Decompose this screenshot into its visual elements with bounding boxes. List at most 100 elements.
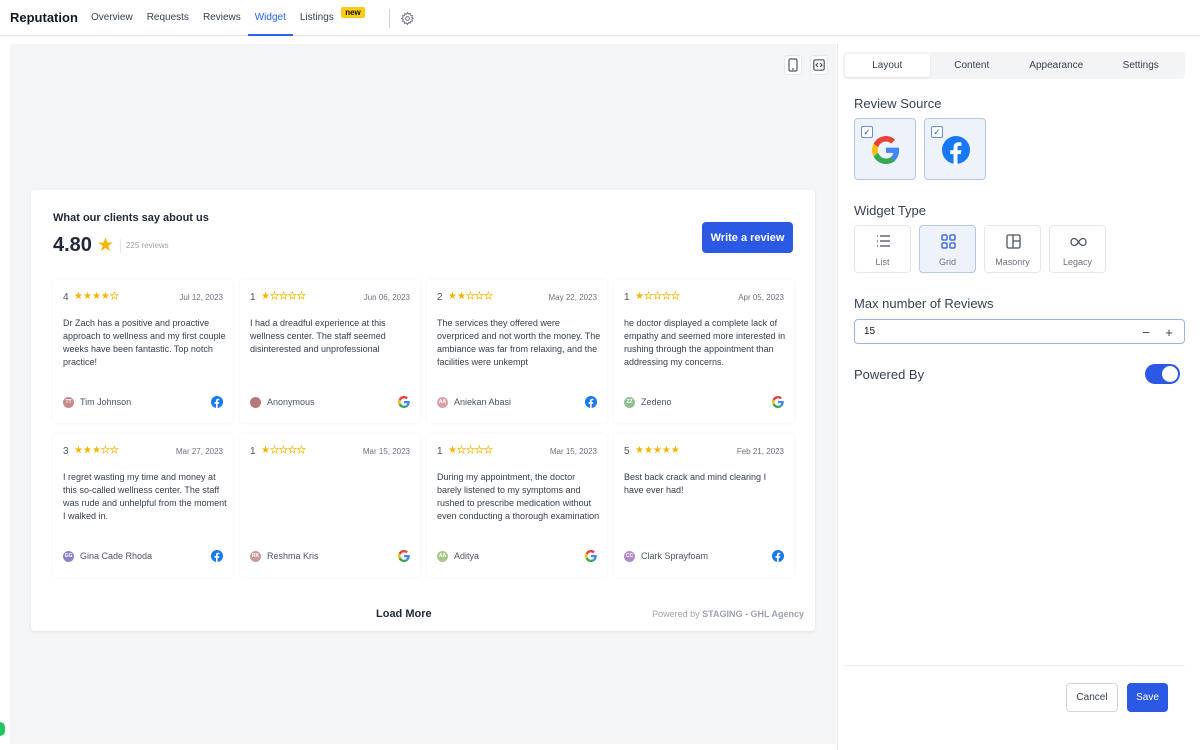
toggle-knob: [1162, 366, 1178, 382]
nav-tab-requests[interactable]: Requests: [140, 0, 196, 36]
nav-tab-listings-label: Listings: [299, 12, 334, 23]
reviews-grid: 4 ★★★★★ Jul 12, 2023 Dr Zach has a positive…: [53, 280, 801, 578]
source-facebook[interactable]: ✓: [924, 118, 986, 180]
review-footer: ZZ Zedeno: [624, 395, 784, 409]
gear-icon[interactable]: [400, 11, 415, 26]
avatar: AA: [437, 396, 448, 408]
reviewer-name: Reshma Kris: [267, 551, 319, 561]
star-icon: ★: [643, 291, 654, 303]
widget-type-grid[interactable]: Grid: [919, 225, 976, 273]
facebook-icon: [211, 396, 223, 408]
avatar: GG: [63, 550, 74, 562]
star-icon: ★: [287, 445, 298, 457]
infinity-icon: [1070, 237, 1087, 247]
tab-settings[interactable]: Settings: [1099, 54, 1184, 77]
avatar: [250, 396, 261, 408]
review-score: 5: [624, 445, 630, 457]
source-google[interactable]: ✓: [854, 118, 916, 180]
review-text: Best back crack and mind clearing I have…: [624, 472, 767, 495]
cancel-button[interactable]: Cancel: [1066, 683, 1118, 712]
reviewer-name: Clark Sprayfoam: [641, 551, 709, 561]
star-icon: ★: [261, 291, 270, 302]
avatar: RK: [250, 550, 261, 562]
review-date: Feb 21, 2023: [736, 446, 784, 456]
save-button[interactable]: Save: [1127, 683, 1168, 712]
google-logo-icon: [872, 136, 900, 164]
review-card: 1 ★★★★★ Apr 05, 2023 he doctor displayed a …: [614, 280, 794, 423]
load-more-button[interactable]: Load More: [376, 608, 432, 620]
widget-type-legacy[interactable]: Legacy: [1049, 225, 1106, 273]
star-icon: ★: [278, 445, 289, 457]
review-text: During my appointment, the doctor barely…: [437, 472, 600, 521]
review-header: 3 ★★★★★ Mar 27, 2023: [63, 444, 223, 458]
star-icon: ★: [643, 445, 653, 456]
mobile-icon[interactable]: [784, 55, 802, 75]
minus-icon[interactable]: −: [1137, 323, 1155, 341]
star-icon: ★: [269, 291, 280, 303]
powered-by-toggle[interactable]: [1145, 364, 1180, 384]
star-icon: ★: [100, 291, 110, 302]
star-icon: ★: [448, 445, 457, 456]
google-icon: [772, 396, 784, 408]
code-icon[interactable]: [810, 55, 828, 75]
grid-icon: [941, 234, 956, 249]
star-icon: ★: [261, 445, 270, 456]
nav-tab-overview[interactable]: Overview: [84, 0, 140, 36]
plus-icon[interactable]: +: [1160, 323, 1178, 341]
write-review-button[interactable]: Write a review: [702, 222, 793, 253]
settings-tabs: Layout Content Appearance Settings: [843, 52, 1185, 79]
star-icon: ★: [82, 445, 92, 456]
nav-tab-reviews[interactable]: Reviews: [196, 0, 248, 36]
max-reviews-stepper[interactable]: 15 − +: [854, 319, 1185, 344]
review-footer: GG Gina Cade Rhoda: [63, 549, 223, 563]
review-score: 4: [63, 291, 69, 303]
review-text: I regret wasting my time and money at th…: [63, 472, 227, 521]
tab-content[interactable]: Content: [930, 54, 1015, 77]
star-icon: ★: [483, 445, 494, 457]
star-icon: ★: [287, 291, 298, 303]
tab-layout[interactable]: Layout: [845, 54, 930, 77]
top-navigation: Reputation Overview Requests Reviews Wid…: [0, 0, 1200, 36]
review-date: Mar 27, 2023: [175, 446, 223, 456]
list-icon: [877, 235, 890, 247]
max-reviews-value[interactable]: 15: [864, 326, 875, 337]
google-icon: [585, 550, 597, 562]
google-icon: [398, 550, 410, 562]
nav-tab-widget[interactable]: Widget: [247, 0, 293, 36]
review-card: 1 ★★★★★ Mar 15, 2023 During my appointment,…: [427, 434, 607, 577]
widget-type-masonry[interactable]: Masonry: [984, 225, 1041, 273]
star-icon: ★: [652, 291, 663, 303]
nav-tab-listings[interactable]: Listings new: [293, 0, 365, 36]
review-header: 1 ★★★★★ Mar 15, 2023: [437, 444, 597, 458]
review-header: 1 ★★★★★ Jun 06, 2023: [250, 290, 410, 304]
star-icon: ★: [661, 445, 671, 456]
powered-by-text: Powered by STAGING - GHL Agency: [652, 609, 804, 619]
rating-summary: 4.80 ★ 225 reviews: [53, 234, 169, 257]
tab-appearance[interactable]: Appearance: [1014, 54, 1099, 77]
star-icon: ★: [74, 291, 83, 302]
facebook-icon: [772, 550, 784, 562]
review-card: 1 ★★★★★ Jun 06, 2023 I had a dreadful exper…: [240, 280, 420, 423]
review-text: he doctor displayed a complete lack of e…: [624, 318, 786, 367]
review-date: Mar 15, 2023: [362, 446, 410, 456]
review-footer: AA Aditya: [437, 549, 597, 563]
app-title: Reputation: [10, 10, 78, 25]
review-date: Apr 05, 2023: [738, 292, 784, 302]
star-icon: ★: [465, 445, 476, 457]
powered-by-prefix: Powered by: [652, 609, 700, 619]
review-source-label: Review Source: [854, 96, 942, 111]
facebook-logo-icon: [942, 136, 970, 164]
star-icon: ★: [635, 445, 644, 456]
review-footer: Anonymous: [250, 395, 410, 409]
star-rating: ★★★★★: [261, 445, 306, 457]
star-icon: ★: [109, 445, 120, 457]
star-icon: ★: [91, 445, 101, 456]
widget-type-list[interactable]: List: [854, 225, 911, 273]
review-text: The services they offered were overprice…: [437, 318, 601, 367]
review-score: 1: [437, 445, 443, 457]
review-card: 3 ★★★★★ Mar 27, 2023 I regret wasting my ti…: [53, 434, 233, 577]
review-footer: AA Aniekan Abasi: [437, 395, 597, 409]
star-icon: ★: [474, 291, 485, 303]
widget-type-masonry-label: Masonry: [995, 257, 1030, 267]
nav-tabs: Overview Requests Reviews Widget Listing…: [84, 0, 365, 36]
